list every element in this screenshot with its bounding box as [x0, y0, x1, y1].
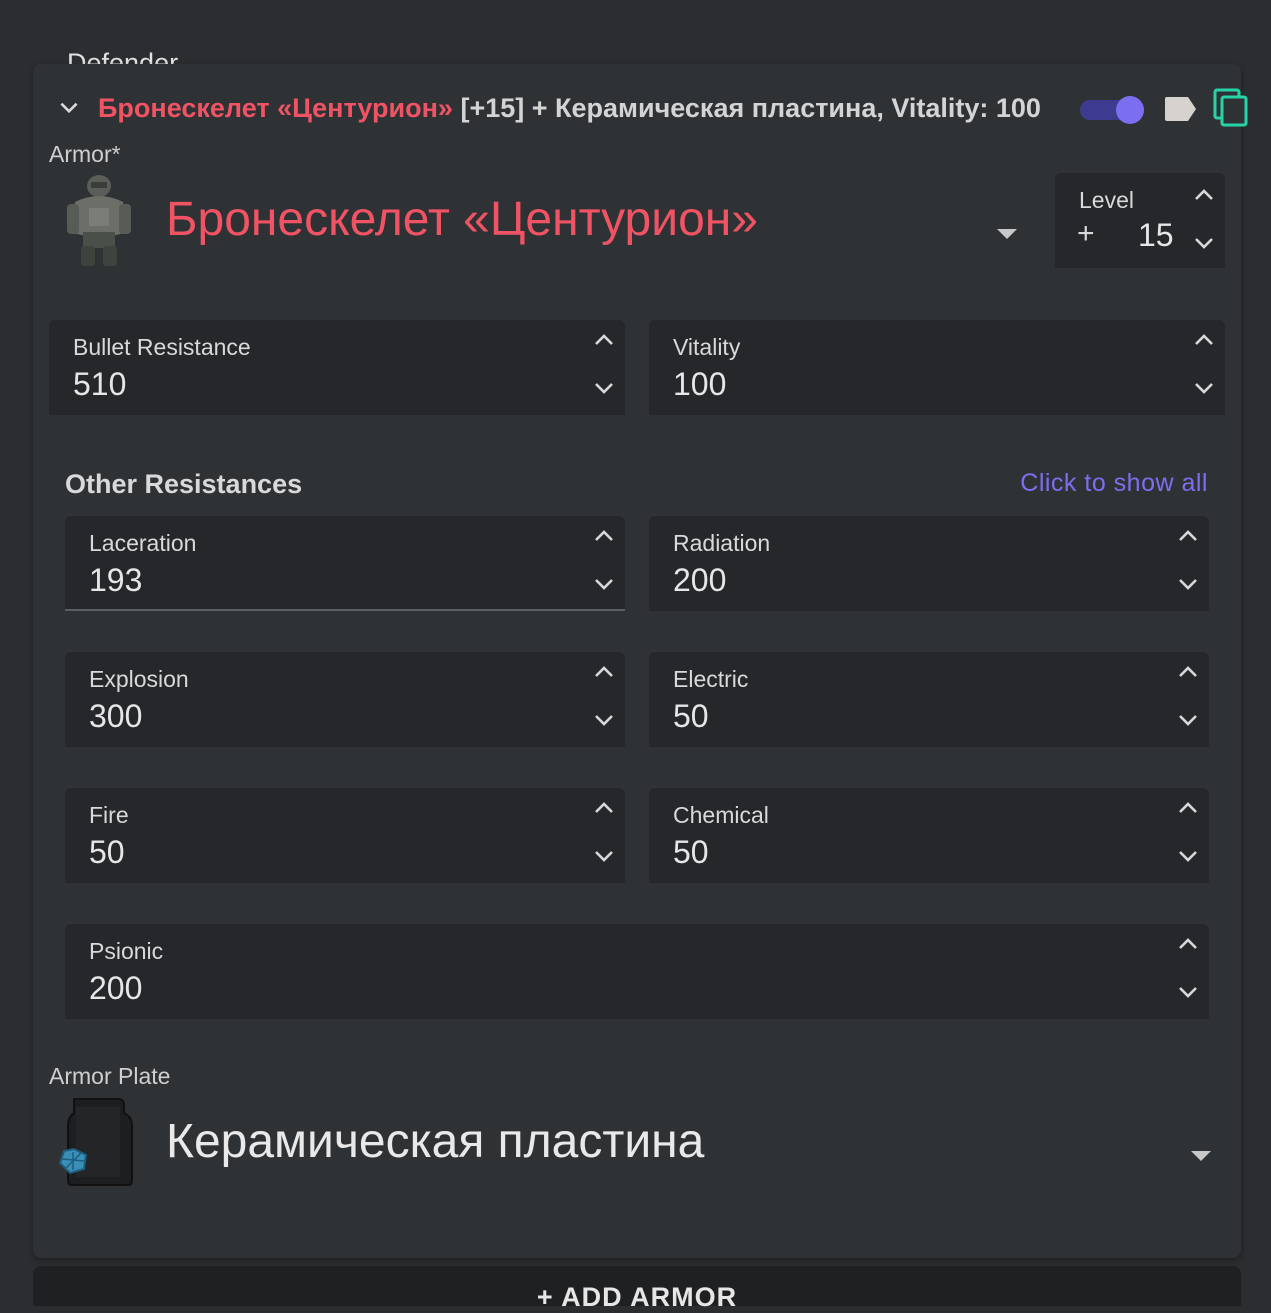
copy-icon[interactable] — [1213, 88, 1249, 128]
enable-toggle[interactable] — [1080, 96, 1144, 124]
field-value[interactable]: 510 — [73, 366, 126, 403]
chevron-up-icon[interactable] — [593, 800, 615, 816]
level-prefix: + — [1077, 217, 1095, 250]
chevron-down-icon[interactable] — [1193, 380, 1215, 396]
field-value[interactable]: 300 — [89, 698, 142, 735]
plate-dropdown-arrow-icon[interactable] — [1191, 1151, 1211, 1161]
chevron-down-icon[interactable] — [593, 576, 615, 592]
chevron-down-icon[interactable] — [1177, 984, 1199, 1000]
chevron-down-icon[interactable] — [593, 848, 615, 864]
field-value[interactable]: 100 — [673, 366, 726, 403]
field-label: Chemical — [673, 802, 769, 828]
chevron-up-icon[interactable] — [1177, 664, 1199, 680]
header-summary: [+15] + Керамическая пластина, Vitality:… — [452, 92, 1041, 123]
chevron-down-icon[interactable] — [593, 712, 615, 728]
chevron-down-icon[interactable] — [593, 380, 615, 396]
level-label: Level — [1079, 187, 1134, 213]
chevron-down-icon[interactable] — [1193, 235, 1215, 251]
armor-plate-select-value[interactable]: Керамическая пластина — [166, 1114, 704, 1169]
laceration-field[interactable]: Laceration 193 — [65, 516, 625, 611]
armor-dropdown-arrow-icon[interactable] — [997, 229, 1017, 239]
armor-field-label: Armor* — [49, 141, 121, 167]
field-label: Explosion — [89, 666, 189, 692]
chevron-down-icon[interactable] — [1177, 848, 1199, 864]
bullet-resistance-field[interactable]: Bullet Resistance 510 — [49, 320, 625, 415]
field-label: Psionic — [89, 938, 164, 964]
chevron-up-icon[interactable] — [593, 528, 615, 544]
chevron-up-icon[interactable] — [1193, 332, 1215, 348]
toggle-thumb — [1116, 96, 1144, 124]
psionic-field[interactable]: Psionic 200 — [65, 924, 1209, 1019]
armor-plate-icon — [58, 1098, 133, 1186]
armor-exoskeleton-icon — [67, 175, 131, 266]
show-all-link[interactable]: Click to show all — [1020, 469, 1208, 498]
field-label: Bullet Resistance — [73, 334, 251, 360]
other-resistances-title: Other Resistances — [65, 469, 303, 499]
field-value[interactable]: 50 — [89, 834, 125, 871]
field-value[interactable]: 200 — [89, 970, 142, 1007]
level-stepper[interactable]: Level + 15 — [1055, 173, 1225, 268]
armor-summary-header[interactable]: Бронескелет «Центурион» [+15] + Керамиче… — [56, 88, 1256, 128]
chevron-up-icon[interactable] — [1177, 528, 1199, 544]
radiation-field[interactable]: Radiation 200 — [649, 516, 1209, 611]
field-label: Laceration — [89, 530, 197, 556]
electric-field[interactable]: Electric 50 — [649, 652, 1209, 747]
field-label: Vitality — [673, 334, 741, 360]
vitality-field[interactable]: Vitality 100 — [649, 320, 1225, 415]
level-value[interactable]: 15 — [1138, 217, 1174, 254]
chevron-up-icon[interactable] — [1193, 187, 1215, 203]
field-value[interactable]: 50 — [673, 834, 709, 871]
chevron-up-icon[interactable] — [593, 332, 615, 348]
add-armor-button[interactable]: + ADD ARMOR — [33, 1266, 1241, 1312]
tag-icon[interactable] — [1164, 96, 1198, 122]
chevron-down-icon[interactable] — [1177, 712, 1199, 728]
field-label: Fire — [89, 802, 129, 828]
header-title: Бронескелет «Центурион» [+15] + Керамиче… — [98, 93, 1041, 124]
field-label: Radiation — [673, 530, 771, 556]
explosion-field[interactable]: Explosion 300 — [65, 652, 625, 747]
chevron-up-icon[interactable] — [593, 664, 615, 680]
fire-field[interactable]: Fire 50 — [65, 788, 625, 883]
chevron-up-icon[interactable] — [1177, 936, 1199, 952]
field-value[interactable]: 50 — [673, 698, 709, 735]
chevron-down-icon[interactable] — [1177, 576, 1199, 592]
chemical-field[interactable]: Chemical 50 — [649, 788, 1209, 883]
field-value[interactable]: 193 — [89, 562, 142, 599]
armor-plate-field-label: Armor Plate — [49, 1063, 171, 1089]
add-armor-label: + ADD ARMOR — [536, 1282, 738, 1312]
field-label: Electric — [673, 666, 749, 692]
armor-select-value[interactable]: Бронескелет «Центурион» — [166, 192, 758, 247]
chevron-up-icon[interactable] — [1177, 800, 1199, 816]
field-value[interactable]: 200 — [673, 562, 726, 599]
header-armor-name: Бронескелет «Центурион» — [98, 92, 453, 123]
chevron-down-icon[interactable] — [56, 95, 82, 121]
